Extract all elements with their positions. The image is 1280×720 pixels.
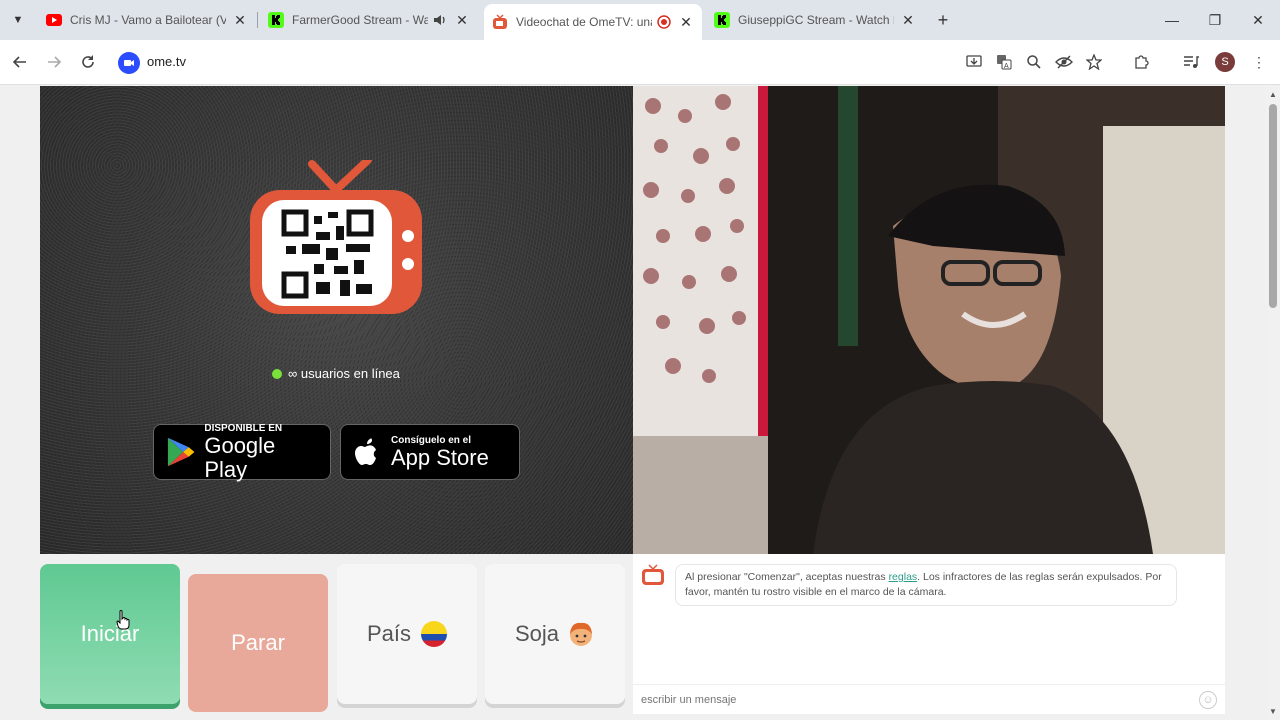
ometv-logo-icon [642,564,664,585]
close-icon[interactable]: ✕ [678,14,694,30]
back-icon[interactable] [9,51,31,73]
start-button[interactable]: Iniciar [40,564,180,704]
window-close-icon[interactable]: ✕ [1246,8,1270,32]
address-bar[interactable]: ome.tv [110,46,950,79]
emoji-icon[interactable]: ☺ [1199,691,1217,709]
ometv-qr-logo [250,160,422,314]
scroll-up-icon[interactable]: ▲ [1269,90,1277,99]
tab-giuseppigc[interactable]: GiuseppiGC Stream - Watch Liv ✕ [706,6,924,34]
chat-panel: Al presionar "Comenzar", aceptas nuestra… [633,554,1225,714]
local-video-placeholder: ∞ usuarios en línea DISPONIBLE EN Google… [40,86,633,554]
country-button[interactable]: País [337,564,477,704]
forward-icon[interactable] [43,51,65,73]
tab-cris-mj[interactable]: Cris MJ - Vamo a Bailotear (Visu ✕ [38,6,256,34]
zoom-icon[interactable] [1024,52,1044,72]
youtube-icon [46,12,62,28]
tab-farmergood[interactable]: FarmerGood Stream - Watch ✕ [260,6,478,34]
rules-notice: Al presionar "Comenzar", aceptas nuestra… [675,564,1177,606]
hand-cursor-icon [116,610,130,630]
eye-off-icon[interactable] [1054,52,1074,72]
recording-icon [656,14,672,30]
restore-icon[interactable]: ❐ [1203,8,1227,32]
stop-button[interactable]: Parar [188,574,328,712]
speaker-icon[interactable] [432,12,448,28]
svg-text:A: A [1004,63,1009,70]
message-bar: ☺ [633,684,1225,714]
site-info-icon[interactable] [118,52,140,74]
reload-icon[interactable] [77,51,99,73]
url-text: ome.tv [147,54,187,69]
install-app-icon[interactable] [964,52,984,72]
tab-ometv[interactable]: Videochat de OmeTV: una a ✕ [484,4,702,40]
scroll-down-icon[interactable]: ▼ [1269,707,1277,716]
google-play-badge[interactable]: DISPONIBLE EN Google Play [153,423,331,481]
browser-toolbar: ome.tv A ⋮ [0,40,1280,85]
menu-kebab-icon[interactable]: ⋮ [1249,52,1269,72]
remote-video [633,86,1225,554]
tab-strip: ▼ Cris MJ - Vamo a Bailotear (Visu ✕ Far… [0,0,1280,40]
scroll-thumb[interactable] [1269,104,1277,308]
new-tab-icon[interactable]: + [932,9,954,31]
minimize-icon[interactable]: — [1160,8,1184,32]
boy-emoji-icon [570,622,593,646]
page-scrollbar[interactable]: ▲ ▼ [1266,86,1280,720]
rules-link[interactable]: reglas [889,571,918,583]
close-icon[interactable]: ✕ [232,12,248,28]
google-play-icon [167,437,195,467]
gender-button[interactable]: Soja [485,564,625,704]
message-input[interactable] [641,690,1181,710]
close-icon[interactable]: ✕ [900,12,916,28]
online-dot-icon [272,368,282,379]
online-users: ∞ usuarios en línea [272,366,400,381]
kick-icon [714,12,730,28]
app-store-badge[interactable]: Consíguelo en el App Store [340,424,520,480]
tab-search-icon[interactable]: ▼ [6,8,30,32]
close-icon[interactable]: ✕ [454,12,470,28]
profile-avatar[interactable]: S [1215,52,1235,72]
ometv-icon [492,14,508,30]
remote-video-frame [633,86,1225,554]
kick-icon [268,12,284,28]
media-controls-icon[interactable] [1181,52,1201,72]
colombia-flag-icon [421,621,448,647]
bookmark-star-icon[interactable] [1084,52,1104,72]
apple-icon [355,438,376,465]
translate-icon[interactable]: A [994,52,1014,72]
ometv-page: ∞ usuarios en línea DISPONIBLE EN Google… [0,86,1266,720]
extensions-icon[interactable] [1131,52,1151,72]
